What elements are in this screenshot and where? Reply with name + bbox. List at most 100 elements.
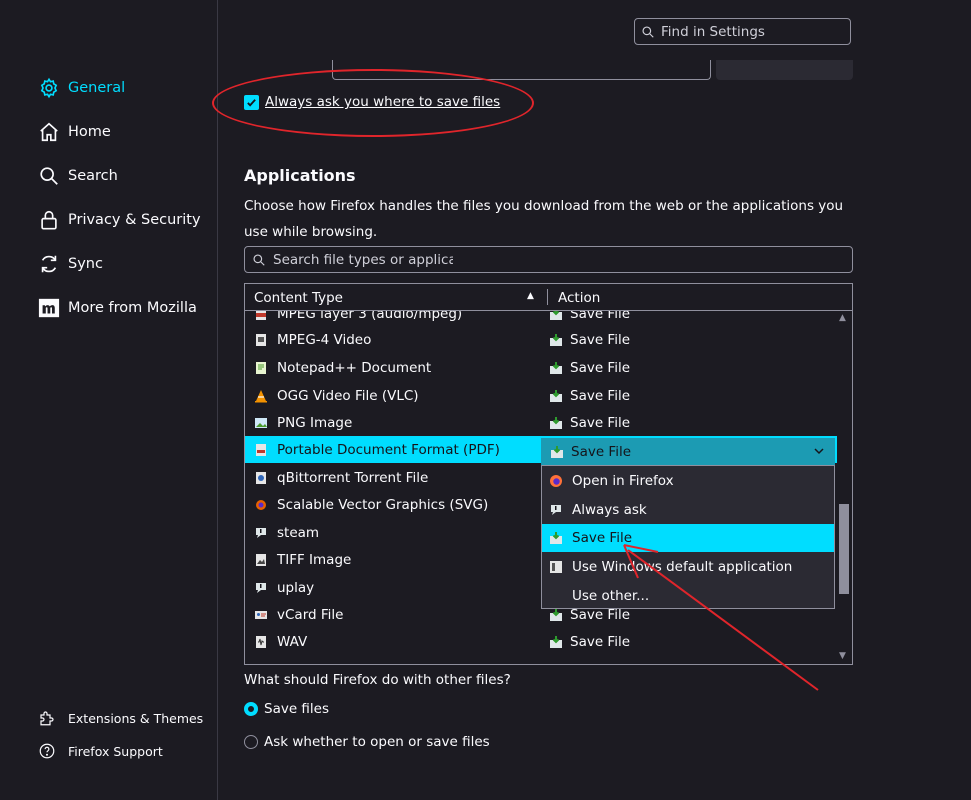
dropdown-item-label: Use Windows default application	[572, 559, 793, 575]
sidebar-item-label: More from Mozilla	[68, 300, 197, 316]
sidebar-item-more-from-mozilla[interactable]: More from Mozilla	[38, 293, 197, 323]
action-cell[interactable]: Save File	[549, 388, 630, 404]
mozilla-logo-icon	[38, 298, 60, 318]
content-type-cell: qBittorrent Torrent File	[254, 470, 428, 486]
radio-button[interactable]	[244, 735, 258, 749]
pdf-file-icon	[254, 443, 268, 457]
sidebar-item-privacy[interactable]: Privacy & Security	[38, 205, 201, 235]
action-cell[interactable]: Save File	[549, 311, 630, 322]
content-type-cell: WAV	[254, 634, 307, 650]
checkmark-icon	[247, 98, 256, 107]
scrollbar-thumb[interactable]	[839, 504, 849, 594]
extensions-themes-label: Extensions & Themes	[68, 710, 204, 726]
content-type-label: qBittorrent Torrent File	[277, 469, 429, 486]
content-type-cell: vCard File	[254, 607, 343, 623]
table-row[interactable]: PNG Image Save File	[245, 409, 837, 436]
sidebar-item-label: Search	[68, 168, 118, 184]
save-file-icon	[550, 445, 564, 459]
dropdown-item-label: Open in Firefox	[572, 473, 674, 489]
extensions-themes-link[interactable]: Extensions & Themes	[38, 709, 203, 727]
download-folder-field[interactable]	[332, 60, 711, 80]
mp3-file-icon	[254, 311, 268, 321]
action-cell[interactable]: Save File	[549, 415, 630, 431]
search-icon	[253, 253, 265, 266]
radio-save-files-label: Save files	[264, 701, 330, 717]
content-type-cell: MPEG layer 3 (audio/mpeg)	[254, 311, 462, 322]
sidebar-item-search[interactable]: Search	[38, 161, 118, 191]
content-type-label: PNG Image	[277, 414, 353, 431]
action-cell[interactable]: Save File	[549, 634, 630, 650]
find-in-settings[interactable]	[634, 18, 851, 45]
table-row[interactable]: Notepad++ Document Save File	[245, 354, 837, 381]
radio-save-files[interactable]: Save files	[244, 701, 329, 717]
wav-file-icon	[254, 635, 268, 649]
save-file-icon	[549, 311, 563, 321]
dropdown-item[interactable]: Open in Firefox	[542, 467, 834, 495]
radio-button-selected[interactable]	[244, 702, 258, 716]
applications-description: Choose how Firefox handles the files you…	[244, 198, 844, 240]
windows-app-icon	[549, 560, 563, 574]
table-header: Content Type ▲ Action	[245, 284, 852, 311]
dropdown-item[interactable]: Use other...	[542, 582, 834, 610]
scroll-down-icon[interactable]: ▼	[839, 651, 846, 661]
sidebar-item-label: Home	[68, 124, 111, 140]
table-row[interactable]: OGG Video File (VLC) Save File	[245, 382, 837, 409]
dropdown-item-label: Use other...	[572, 588, 650, 604]
action-cell[interactable]: Save File	[549, 360, 630, 376]
action-cell[interactable]: Save File	[549, 332, 630, 348]
sidebar: General Home Search Privacy & Security S…	[0, 0, 218, 800]
sort-ascending-icon: ▲	[527, 291, 534, 301]
dropdown-item-label: Always ask	[572, 502, 647, 518]
file-type-search[interactable]	[244, 246, 853, 273]
blank-icon	[549, 589, 563, 603]
sidebar-item-home[interactable]: Home	[38, 117, 111, 147]
speech-icon	[254, 581, 268, 595]
pdf-action-select[interactable]: Save File	[541, 438, 835, 465]
image-file-icon	[254, 416, 268, 430]
dropdown-item[interactable]: Save File	[542, 524, 834, 552]
notepad-file-icon	[254, 361, 268, 375]
always-ask-save-checkbox-row[interactable]: Always ask you where to save files	[244, 94, 500, 110]
scroll-up-icon[interactable]: ▲	[839, 313, 846, 323]
save-file-icon	[549, 416, 563, 430]
chevron-down-icon	[814, 448, 824, 455]
table-scrollbar[interactable]: ▲ ▼	[836, 311, 852, 664]
content-type-cell: Scalable Vector Graphics (SVG)	[254, 497, 488, 513]
search-icon	[642, 25, 654, 38]
firefox-icon	[549, 474, 563, 488]
file-type-search-input[interactable]	[271, 250, 455, 269]
content-type-label: MPEG-4 Video	[277, 331, 372, 348]
sidebar-item-sync[interactable]: Sync	[38, 249, 103, 279]
sidebar-item-general[interactable]: General	[38, 73, 125, 103]
torrent-file-icon	[254, 471, 268, 485]
table-row[interactable]: MPEG layer 3 (audio/mpeg) Save File	[245, 311, 837, 327]
sidebar-item-label: Privacy & Security	[68, 212, 201, 228]
save-file-icon	[549, 333, 563, 347]
content-type-cell: Portable Document Format (PDF)	[254, 442, 500, 458]
dropdown-item[interactable]: Use Windows default application	[542, 553, 834, 581]
content-type-label: WAV	[277, 633, 308, 650]
home-icon	[40, 122, 58, 142]
speech-icon	[254, 526, 268, 540]
radio-ask-label: Ask whether to open or save files	[264, 734, 490, 750]
firefox-support-link[interactable]: Firefox Support	[38, 742, 163, 760]
content-type-label: Scalable Vector Graphics (SVG)	[277, 496, 489, 513]
column-content-type[interactable]: Content Type	[254, 290, 343, 306]
sidebar-item-label: Sync	[68, 256, 103, 272]
applications-heading: Applications	[244, 166, 356, 185]
radio-ask-open-save[interactable]: Ask whether to open or save files	[244, 734, 490, 750]
always-ask-checkbox[interactable]	[244, 94, 259, 110]
table-row[interactable]: MPEG-4 Video Save File	[245, 326, 837, 353]
find-in-settings-input[interactable]	[659, 22, 843, 41]
browse-button[interactable]	[716, 60, 853, 80]
always-ask-label: Always ask you where to save files	[265, 94, 501, 110]
vlc-cone-icon	[254, 389, 268, 403]
column-action[interactable]: Action	[558, 290, 600, 306]
vcard-file-icon	[254, 608, 268, 622]
content-type-cell: uplay	[254, 580, 314, 596]
dropdown-item[interactable]: Always ask	[542, 496, 834, 524]
content-type-label: vCard File	[277, 606, 344, 623]
table-row[interactable]: WAV Save File	[245, 628, 837, 655]
content-type-cell: steam	[254, 525, 319, 541]
action-label: Save File	[570, 387, 631, 404]
